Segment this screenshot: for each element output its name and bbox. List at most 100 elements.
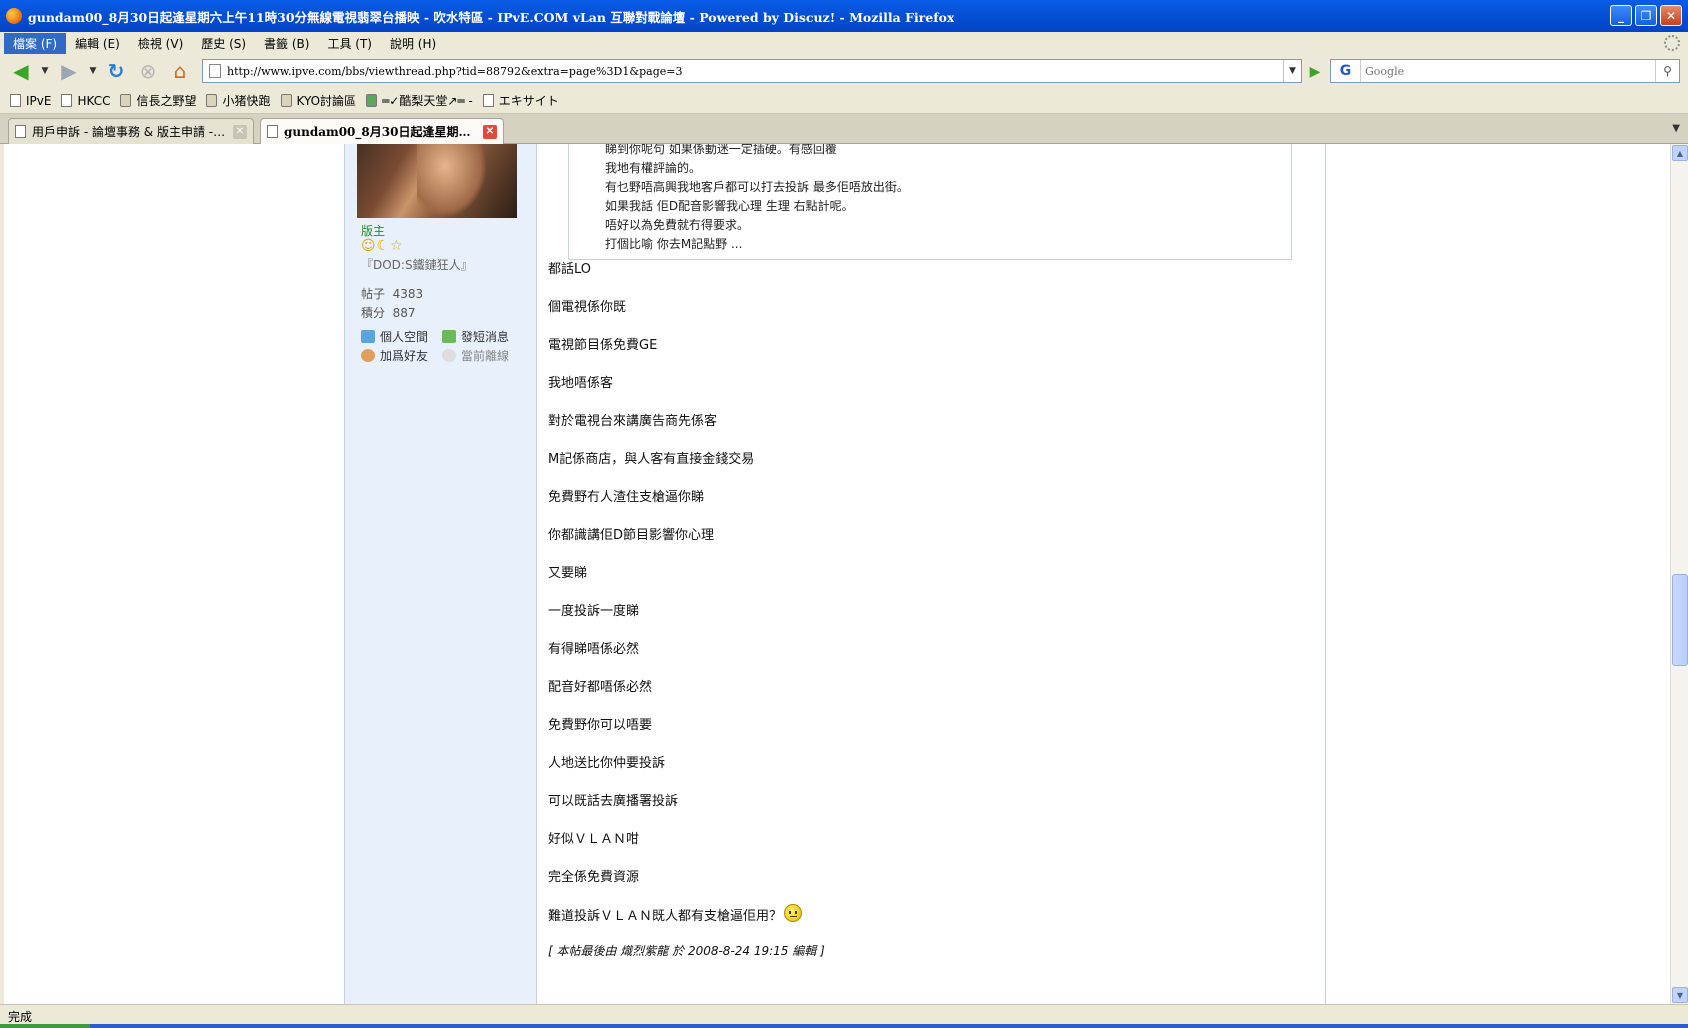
quote-line: 如果我話 佢D配音影響我心理 生理 右點計呢。	[605, 199, 854, 213]
bookmark-kuli-heaven[interactable]: ═✓酷梨天堂↗═ -	[366, 92, 473, 109]
quote-line: 有乜野唔高興我地客戶都可以打去投訴 最多佢唔放出街。	[605, 180, 909, 194]
title-bar: gundam00_8月30日起逢星期六上午11時30分無線電視翡翠台播映 - 吹…	[0, 0, 1688, 32]
back-arrow-icon[interactable]: ◀	[6, 57, 36, 85]
start-button[interactable]	[0, 1024, 90, 1028]
add-friend-icon	[361, 349, 375, 362]
url-bar[interactable]: http://www.ipve.com/bbs/viewthread.php?t…	[202, 59, 1302, 83]
post-line: M記係商店，與人客有直接金錢交易	[548, 452, 755, 467]
user-post-count: 帖子 4383	[361, 287, 424, 301]
stop-icon[interactable]: ⊗	[134, 57, 162, 85]
bookmark-nobunaga[interactable]: 信長之野望	[120, 92, 196, 109]
post-line: 完全係免費資源	[548, 870, 640, 885]
post-line: 人地送比你仲要投訴	[548, 756, 666, 771]
page-icon	[61, 94, 73, 107]
maximize-button[interactable]: ❐	[1635, 5, 1657, 26]
post-line: 電視節目係免費GE	[548, 338, 658, 353]
menu-help[interactable]: 說明 (H)	[381, 33, 445, 54]
vertical-scrollbar[interactable]: ▲ ▼	[1670, 144, 1688, 1004]
scroll-up-arrow-icon[interactable]: ▲	[1672, 145, 1688, 161]
forward-history-dropdown-icon[interactable]: ▼	[88, 57, 98, 85]
bookmark-kyo-forum[interactable]: KYO討論區	[280, 92, 356, 109]
bookmark-hkcc[interactable]: HKCC	[61, 94, 110, 108]
bookmark-excite[interactable]: エキサイト	[482, 92, 559, 109]
menu-history[interactable]: 歷史 (S)	[192, 33, 255, 54]
tab-list-dropdown-icon[interactable]: ▼	[1672, 123, 1680, 134]
post-line: 配音好都唔係必然	[548, 680, 653, 695]
home-icon	[361, 330, 375, 343]
quote-line: 唔好以為免費就冇得要求。	[605, 218, 750, 232]
quote-block: 睇到你呢句 如果係動迷一定插硬。有感回覆 我地有權評論的。 有乜野唔高興我地客戶…	[568, 144, 1292, 260]
tab-gundam-thread[interactable]: gundam00_8月30日起逢星期六... ✕	[260, 118, 504, 144]
post-line: 個電視係你既	[548, 300, 627, 315]
site-favicon-icon	[120, 94, 132, 107]
quote-line: 睇到你呢句 如果係動迷一定插硬。有感回覆	[605, 144, 837, 156]
page-icon	[267, 125, 278, 138]
scroll-down-arrow-icon[interactable]: ▼	[1672, 987, 1688, 1003]
page-icon	[10, 94, 21, 107]
search-input[interactable]	[1361, 64, 1655, 78]
tab-bar: 用戶申訴 - 論壇事務 & 版主申請 - I... ✕ gundam00_8月3…	[0, 114, 1688, 144]
search-engine-icon[interactable]: G	[1331, 60, 1361, 82]
page-icon	[482, 94, 494, 107]
bookmark-ipve[interactable]: IPvE	[10, 94, 51, 108]
site-favicon-icon	[280, 94, 292, 107]
post-author-panel: 版主 ☺☾☆ 『DOD:S鐵鏈狂人』 帖子 4383 積分 887 個人空間 發…	[345, 144, 537, 1004]
edit-note: [ 本帖最後由 熾烈紫龍 於 2008-8-24 19:15 編輯 ]	[548, 944, 825, 958]
sad-smiley-icon	[784, 904, 803, 922]
menu-tools[interactable]: 工具 (T)	[318, 33, 381, 54]
minimize-button[interactable]: _	[1610, 5, 1632, 26]
post-line: 免費野冇人渣住支槍逼你睇	[548, 490, 705, 505]
post-line: 有得睇唔係必然	[548, 642, 640, 657]
online-status: 當前離線	[442, 347, 509, 364]
home-icon[interactable]: ⌂	[166, 57, 194, 85]
close-tab-icon[interactable]: ✕	[483, 124, 497, 139]
avatar[interactable]	[357, 144, 517, 218]
personal-space-link[interactable]: 個人空間	[361, 328, 428, 345]
offline-user-icon	[442, 349, 456, 362]
menu-edit[interactable]: 編輯 (E)	[66, 33, 129, 54]
post-line: 我地唔係客	[548, 376, 614, 391]
url-history-dropdown-icon[interactable]: ▼	[1283, 60, 1301, 82]
post-line: 又要睇	[548, 566, 588, 581]
search-magnifier-icon[interactable]: ⚲	[1655, 60, 1679, 82]
forward-arrow-icon[interactable]: ▶	[54, 57, 84, 85]
go-button-icon[interactable]: ▶	[1306, 63, 1324, 81]
window-controls: _ ❐ ✕	[1610, 5, 1682, 26]
throbber-icon	[1664, 35, 1680, 51]
bookmark-pig-run[interactable]: 小猪快跑	[206, 92, 271, 109]
url-text[interactable]: http://www.ipve.com/bbs/viewthread.php?t…	[227, 65, 682, 78]
reload-icon[interactable]: ↻	[102, 57, 130, 85]
back-history-dropdown-icon[interactable]: ▼	[40, 57, 50, 85]
post-line: 可以既話去廣播署投訴	[548, 794, 679, 809]
taskbar-strip	[0, 1024, 1688, 1028]
post-line: 你都識講佢D節目影響你心理	[548, 528, 715, 543]
rank-stars-icon: ☺☾☆	[361, 238, 404, 254]
send-message-link[interactable]: 發短消息	[442, 328, 509, 345]
post-line: 免費野你可以唔要	[548, 718, 653, 733]
user-credits: 積分 887	[361, 306, 416, 320]
menu-file[interactable]: 檔案 (F)	[4, 32, 67, 54]
post-line-with-smiley: 難道投訴ＶＬＡＮ既人都有支槍逼佢用？	[548, 904, 803, 924]
quote-line: 打個比喻 你去M記點野 ...	[605, 237, 743, 251]
menu-view[interactable]: 檢視 (V)	[129, 33, 192, 54]
message-icon	[442, 330, 456, 343]
user-custom-title: 『DOD:S鐵鏈狂人』	[361, 258, 473, 272]
menu-bar: 檔案 (F) 編輯 (E) 檢視 (V) 歷史 (S) 書籤 (B) 工具 (T…	[0, 32, 1688, 54]
user-rank: 版主	[361, 224, 386, 238]
add-friend-link[interactable]: 加爲好友	[361, 347, 428, 364]
tab-complaints[interactable]: 用戶申訴 - 論壇事務 & 版主申請 - I... ✕	[8, 118, 254, 144]
page-viewport: 版主 ☺☾☆ 『DOD:S鐵鏈狂人』 帖子 4383 積分 887 個人空間 發…	[0, 144, 1688, 1004]
window-title: gundam00_8月30日起逢星期六上午11時30分無線電視翡翠台播映 - 吹…	[28, 9, 955, 25]
close-tab-icon[interactable]: ✕	[233, 124, 247, 139]
scrollbar-thumb[interactable]	[1672, 574, 1688, 666]
firefox-icon	[6, 8, 22, 24]
menu-bookmarks[interactable]: 書籤 (B)	[255, 33, 318, 54]
frame-edge	[0, 144, 4, 1004]
page-icon	[15, 125, 26, 138]
post-line: 都話LO	[548, 262, 592, 277]
status-text: 完成	[8, 1010, 33, 1024]
post-line: 好似ＶＬＡＮ咁	[548, 832, 640, 847]
close-button[interactable]: ✕	[1660, 5, 1682, 26]
post-line: 一度投訴一度睇	[548, 604, 640, 619]
site-favicon-icon	[366, 94, 378, 107]
